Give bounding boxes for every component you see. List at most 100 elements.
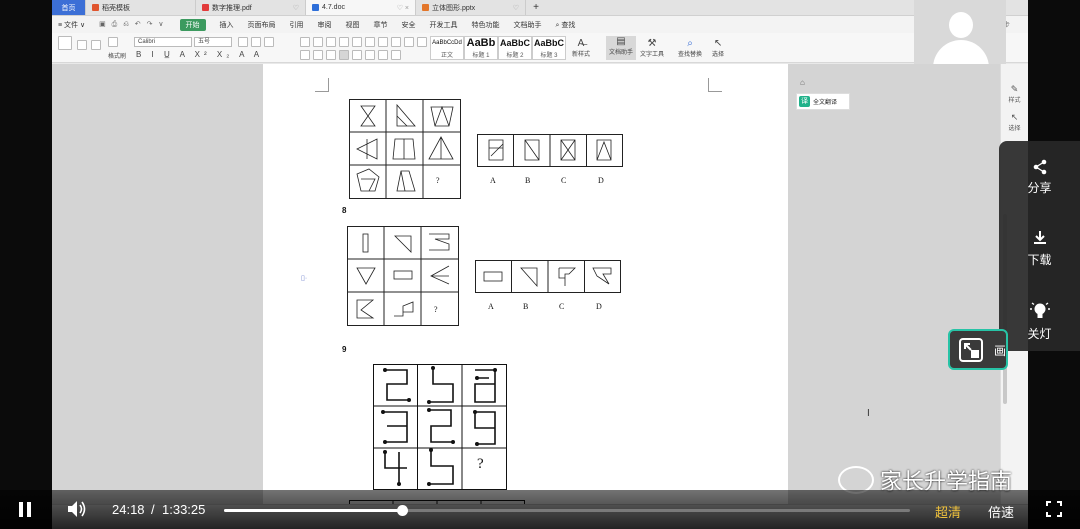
menu-features[interactable]: 特色功能: [472, 20, 500, 30]
pen-icon: ✎: [1010, 84, 1019, 94]
volume-icon[interactable]: [67, 500, 89, 518]
speed-button[interactable]: 倍速: [988, 502, 1014, 521]
paragraph-marker-icon[interactable]: ▯·: [301, 274, 307, 282]
font-size-buttons[interactable]: [238, 37, 277, 49]
picture-in-picture-button[interactable]: 画: [948, 329, 1008, 370]
paste-icon[interactable]: [58, 36, 72, 50]
marks-icon[interactable]: [365, 37, 375, 47]
table-icon[interactable]: [378, 37, 388, 47]
menu-insert[interactable]: 插入: [220, 20, 234, 30]
quality-button[interactable]: 超清: [935, 502, 961, 521]
tab-home[interactable]: 首页: [52, 0, 86, 15]
lights-off-button[interactable]: 关灯: [999, 301, 1080, 342]
option-c-label: C: [561, 176, 567, 185]
tab-pptx[interactable]: 立体图形.pptx ♡: [416, 0, 526, 15]
document-area[interactable]: ? A B C D 8 ? A B C D 9 ? ▯· 译 全文翻译 ⌂ I: [52, 64, 1028, 506]
style-heading-3[interactable]: AaBbC 标题 3: [532, 36, 566, 60]
spacing-icon[interactable]: [404, 37, 414, 47]
menu-file[interactable]: ≡ 文件 ∨: [58, 20, 85, 30]
bulb-icon: [1029, 302, 1050, 318]
copy-icon[interactable]: [91, 40, 102, 50]
question-9-grid: [373, 364, 507, 490]
text-cursor-icon: I: [867, 408, 870, 419]
find-replace-button[interactable]: ⌕ 查找替换: [678, 38, 702, 58]
question-7-grid: [349, 99, 461, 199]
menu-developer[interactable]: 开发工具: [430, 20, 458, 30]
menu-security[interactable]: 安全: [402, 20, 416, 30]
numbering-icon[interactable]: [313, 37, 323, 47]
full-translate-button[interactable]: 译 全文翻译: [796, 93, 850, 110]
style-heading-2[interactable]: AaBbC 标题 2: [498, 36, 532, 60]
paragraph-group[interactable]: [300, 37, 443, 49]
share-button[interactable]: 分享: [999, 159, 1080, 196]
home-icon[interactable]: ⌂: [800, 78, 805, 87]
indent-icon[interactable]: [326, 37, 336, 47]
menu-home[interactable]: 开始: [179, 18, 206, 31]
new-style-button[interactable]: A̶ 新样式: [572, 38, 590, 58]
font-name-select[interactable]: Calibri: [134, 37, 192, 47]
box-icon[interactable]: [391, 50, 401, 60]
option-a-label: A: [488, 302, 494, 311]
style-heading-1[interactable]: AaBb 标题 1: [464, 36, 498, 60]
close-icon[interactable]: ♡ ×: [397, 4, 409, 12]
outdent-icon[interactable]: [339, 37, 349, 47]
align-center-icon[interactable]: [313, 50, 323, 60]
pause-icon[interactable]: [18, 502, 32, 517]
progress-bar[interactable]: [224, 505, 910, 516]
select-panel-button[interactable]: ↖ 选择: [1001, 112, 1028, 132]
cursor-icon: ↖: [1010, 112, 1019, 122]
option-b-label: B: [525, 176, 531, 185]
screen: 首页 稻壳模板 数字推理.pdf ♡ 4.7.doc ♡ × 立体图形.pptx ♡ …: [0, 0, 1080, 529]
search-icon: ⌕: [687, 38, 693, 49]
style-normal[interactable]: AaBbCcDd 正文: [430, 36, 464, 60]
menu-layout[interactable]: 页面布局: [248, 20, 276, 30]
menu-view[interactable]: 视图: [346, 20, 360, 30]
menu-bar: ≡ 文件 ∨ ▣ ⎙ ⎌ ↶ ↷ ∨ 开始 插入 页面布局 引用 审阅 视图 章…: [52, 16, 1028, 33]
option-c-label: C: [559, 302, 565, 311]
progress-handle[interactable]: [397, 505, 409, 516]
menu-doc-helper[interactable]: 文档助手: [514, 20, 542, 30]
text-tools-button[interactable]: ⚒ 文字工具: [640, 38, 664, 58]
align-left-icon[interactable]: [300, 50, 310, 60]
tab-pdf[interactable]: 数字推理.pdf ♡: [196, 0, 306, 15]
fill-icon[interactable]: [378, 50, 388, 60]
wps-window: 首页 稻壳模板 数字推理.pdf ♡ 4.7.doc ♡ × 立体图形.pptx ♡ …: [52, 0, 1028, 529]
tab-pin-icon[interactable]: ♡: [293, 4, 299, 12]
justify-icon[interactable]: [339, 50, 349, 60]
font-format-buttons[interactable]: B I U̲ A X² X₂ A A: [136, 50, 263, 59]
shading-icon[interactable]: [417, 37, 427, 47]
tab-doc[interactable]: 4.7.doc ♡ ×: [306, 0, 416, 15]
tab-pin-icon[interactable]: ♡: [513, 4, 519, 12]
document-page[interactable]: ? A B C D 8 ? A B C D 9 ? ▯·: [263, 64, 788, 506]
doc-helper-button[interactable]: ▤ 文档助手: [606, 36, 636, 60]
font-size-select[interactable]: 五号: [194, 37, 232, 47]
share-icon: [1033, 159, 1046, 175]
fullscreen-icon[interactable]: [1046, 501, 1062, 517]
option-d-label: D: [598, 176, 604, 185]
style-panel-button[interactable]: ✎ 样式: [1001, 84, 1028, 104]
download-button[interactable]: 下载: [999, 229, 1080, 268]
sort-icon[interactable]: [352, 37, 362, 47]
select-button[interactable]: ↖ 选择: [712, 38, 724, 58]
option-d-label: D: [596, 302, 602, 311]
video-control-bar: 24:18 / 1:33:25 超清 倍速: [0, 490, 1080, 529]
menu-chapter[interactable]: 章节: [374, 20, 388, 30]
line-spacing-icon[interactable]: [365, 50, 375, 60]
quick-access[interactable]: ▣ ⎙ ⎌ ↶ ↷ ∨: [99, 20, 165, 29]
distribute-icon[interactable]: [352, 50, 362, 60]
page-corner-mark: [315, 78, 329, 92]
tab-template[interactable]: 稻壳模板: [86, 0, 196, 15]
bullets-icon[interactable]: [300, 37, 310, 47]
align-right-icon[interactable]: [326, 50, 336, 60]
new-tab-button[interactable]: +: [526, 0, 546, 15]
cut-icon[interactable]: [76, 40, 87, 50]
current-time: 24:18: [112, 502, 145, 517]
menu-references[interactable]: 引用: [290, 20, 304, 30]
pdf-icon: [202, 4, 209, 11]
align-group[interactable]: [300, 50, 404, 62]
menu-find[interactable]: ⌕ 查找: [556, 20, 576, 30]
tab-bar: 首页 稻壳模板 数字推理.pdf ♡ 4.7.doc ♡ × 立体图形.pptx ♡ …: [52, 0, 1028, 16]
format-painter-button[interactable]: 格式刷: [108, 37, 126, 60]
columns-icon[interactable]: [391, 37, 401, 47]
menu-review[interactable]: 审阅: [318, 20, 332, 30]
